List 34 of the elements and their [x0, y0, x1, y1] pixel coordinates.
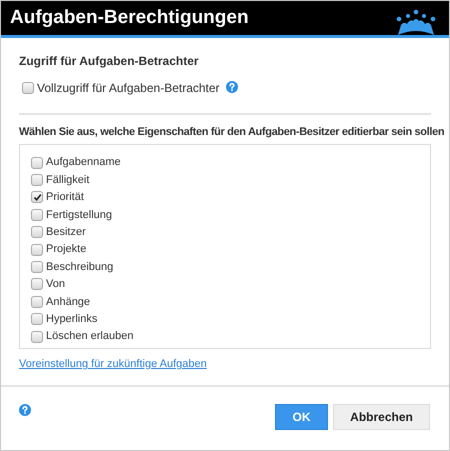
window-title: Aufgaben-Berechtigungen	[10, 6, 249, 30]
checkbox[interactable]	[31, 330, 43, 343]
checkbox[interactable]	[31, 296, 43, 308]
checkbox-label: Priorität	[46, 190, 84, 206]
checkbox[interactable]	[31, 278, 43, 290]
checkbox-label: Anhänge	[46, 294, 90, 310]
checkbox[interactable]	[31, 156, 43, 169]
checkbox[interactable]	[22, 82, 34, 94]
checkbox[interactable]	[31, 174, 43, 186]
checkmark-icon	[32, 192, 42, 202]
checkbox-label: Hyperlinks	[46, 312, 98, 327]
checkbox-label: Vollzugriff für Aufgaben-Betrachter	[37, 80, 220, 97]
checkbox-label: Von	[46, 277, 65, 292]
checkbox[interactable]	[31, 244, 43, 256]
checkbox-label: Fälligkeit	[46, 172, 90, 188]
checkbox[interactable]	[31, 191, 43, 204]
help-icon[interactable]	[226, 81, 238, 93]
cancel-button[interactable]: Abbrechen	[333, 404, 430, 430]
checkbox-label: Besitzer	[46, 225, 86, 240]
section-heading: Zugriff für Aufgaben-Betrachter	[19, 53, 200, 70]
checkbox[interactable]	[31, 208, 43, 221]
checkbox[interactable]	[31, 261, 43, 274]
checkbox-label: Löschen erlauben	[46, 329, 134, 344]
checkbox-label: Beschreibung	[46, 260, 114, 275]
default-link[interactable]: Voreinstellung für zukünftige Aufgaben	[19, 356, 207, 372]
checkbox-label: Projekte	[46, 242, 86, 258]
checkbox[interactable]	[31, 313, 43, 326]
ok-button[interactable]: OK	[275, 404, 328, 430]
help-icon[interactable]	[19, 404, 31, 416]
checkbox[interactable]	[31, 226, 43, 238]
checkbox-label: Aufgabenname	[46, 155, 121, 170]
section-heading: Wählen Sie aus, welche Eigenschaften für den Aufgaben-Besitzer editierbar sein sollen	[19, 125, 444, 139]
logo-icon	[395, 9, 437, 35]
checkbox-label: Fertigstellung	[46, 208, 112, 223]
